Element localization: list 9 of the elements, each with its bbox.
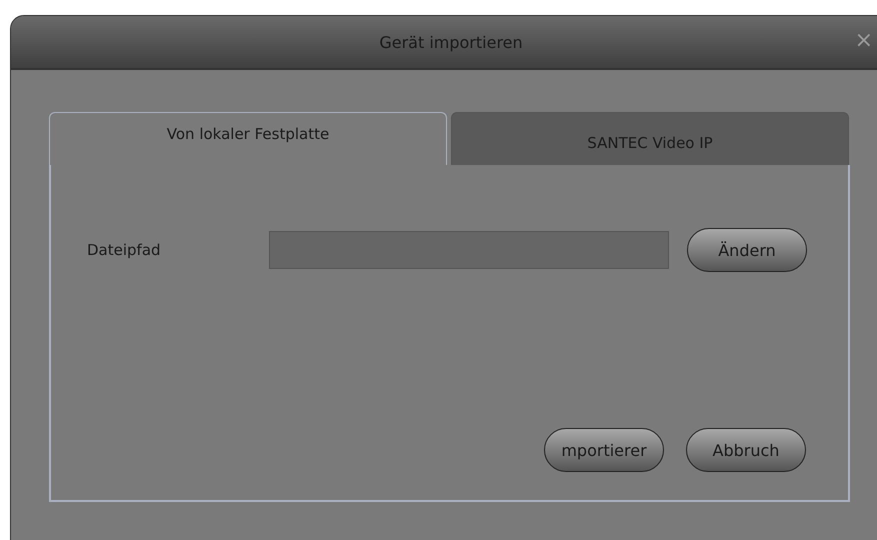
tab[interactable]: Von lokaler Festplatte	[49, 112, 447, 165]
tab[interactable]: SANTEC Video IP	[451, 112, 849, 165]
change-button[interactable]: Ändern	[687, 228, 807, 272]
close-button[interactable]: ×	[850, 28, 877, 54]
field-label: Dateipfad	[87, 241, 162, 259]
cancel-button[interactable]: Abbruch	[686, 428, 806, 472]
window-title: Gerät importieren	[379, 32, 523, 52]
input-field[interactable]	[269, 231, 669, 269]
import-button[interactable]: mportierer	[544, 428, 664, 472]
